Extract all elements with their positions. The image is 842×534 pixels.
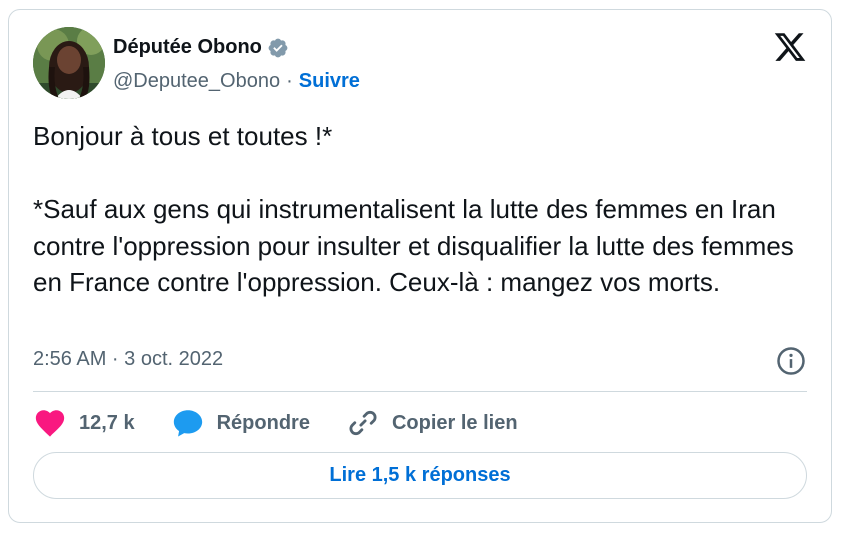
verified-badge-icon xyxy=(268,38,288,57)
separator-dot: · xyxy=(286,70,293,92)
author-name-row: Députée Obono xyxy=(113,36,289,59)
follow-button[interactable]: Suivre xyxy=(299,70,360,93)
tweet-timestamp[interactable]: 2:56 AM · 3 oct. 2022 xyxy=(33,348,223,371)
divider xyxy=(33,391,807,392)
speech-bubble-icon xyxy=(173,410,202,437)
link-icon xyxy=(349,410,377,436)
reply-button[interactable]: Répondre xyxy=(171,406,310,440)
like-button[interactable]: 12,7 k xyxy=(33,406,135,440)
read-replies-label: Lire 1,5 k réponses xyxy=(329,464,511,486)
avatar[interactable] xyxy=(33,27,105,99)
info-icon[interactable] xyxy=(776,346,806,376)
author-handle[interactable]: @Deputee_Obono xyxy=(113,70,280,93)
read-replies-button[interactable]: Lire 1,5 k réponses xyxy=(33,452,807,499)
heart-icon xyxy=(35,410,65,437)
copy-link-label: Copier le lien xyxy=(391,411,518,434)
author-name[interactable]: Députée Obono xyxy=(113,36,262,59)
x-logo-icon[interactable] xyxy=(773,30,807,64)
tweet-text: Bonjour à tous et toutes !* *Sauf aux ge… xyxy=(33,121,794,297)
reply-label: Répondre xyxy=(216,411,310,434)
avatar-image xyxy=(33,27,105,99)
action-bar: 12,7 k Répondre Copier le lien xyxy=(33,402,554,444)
copy-link-button[interactable]: Copier le lien xyxy=(346,406,518,440)
likes-count: 12,7 k xyxy=(79,411,135,434)
author-handle-row: @Deputee_Obono · Suivre xyxy=(113,70,360,93)
